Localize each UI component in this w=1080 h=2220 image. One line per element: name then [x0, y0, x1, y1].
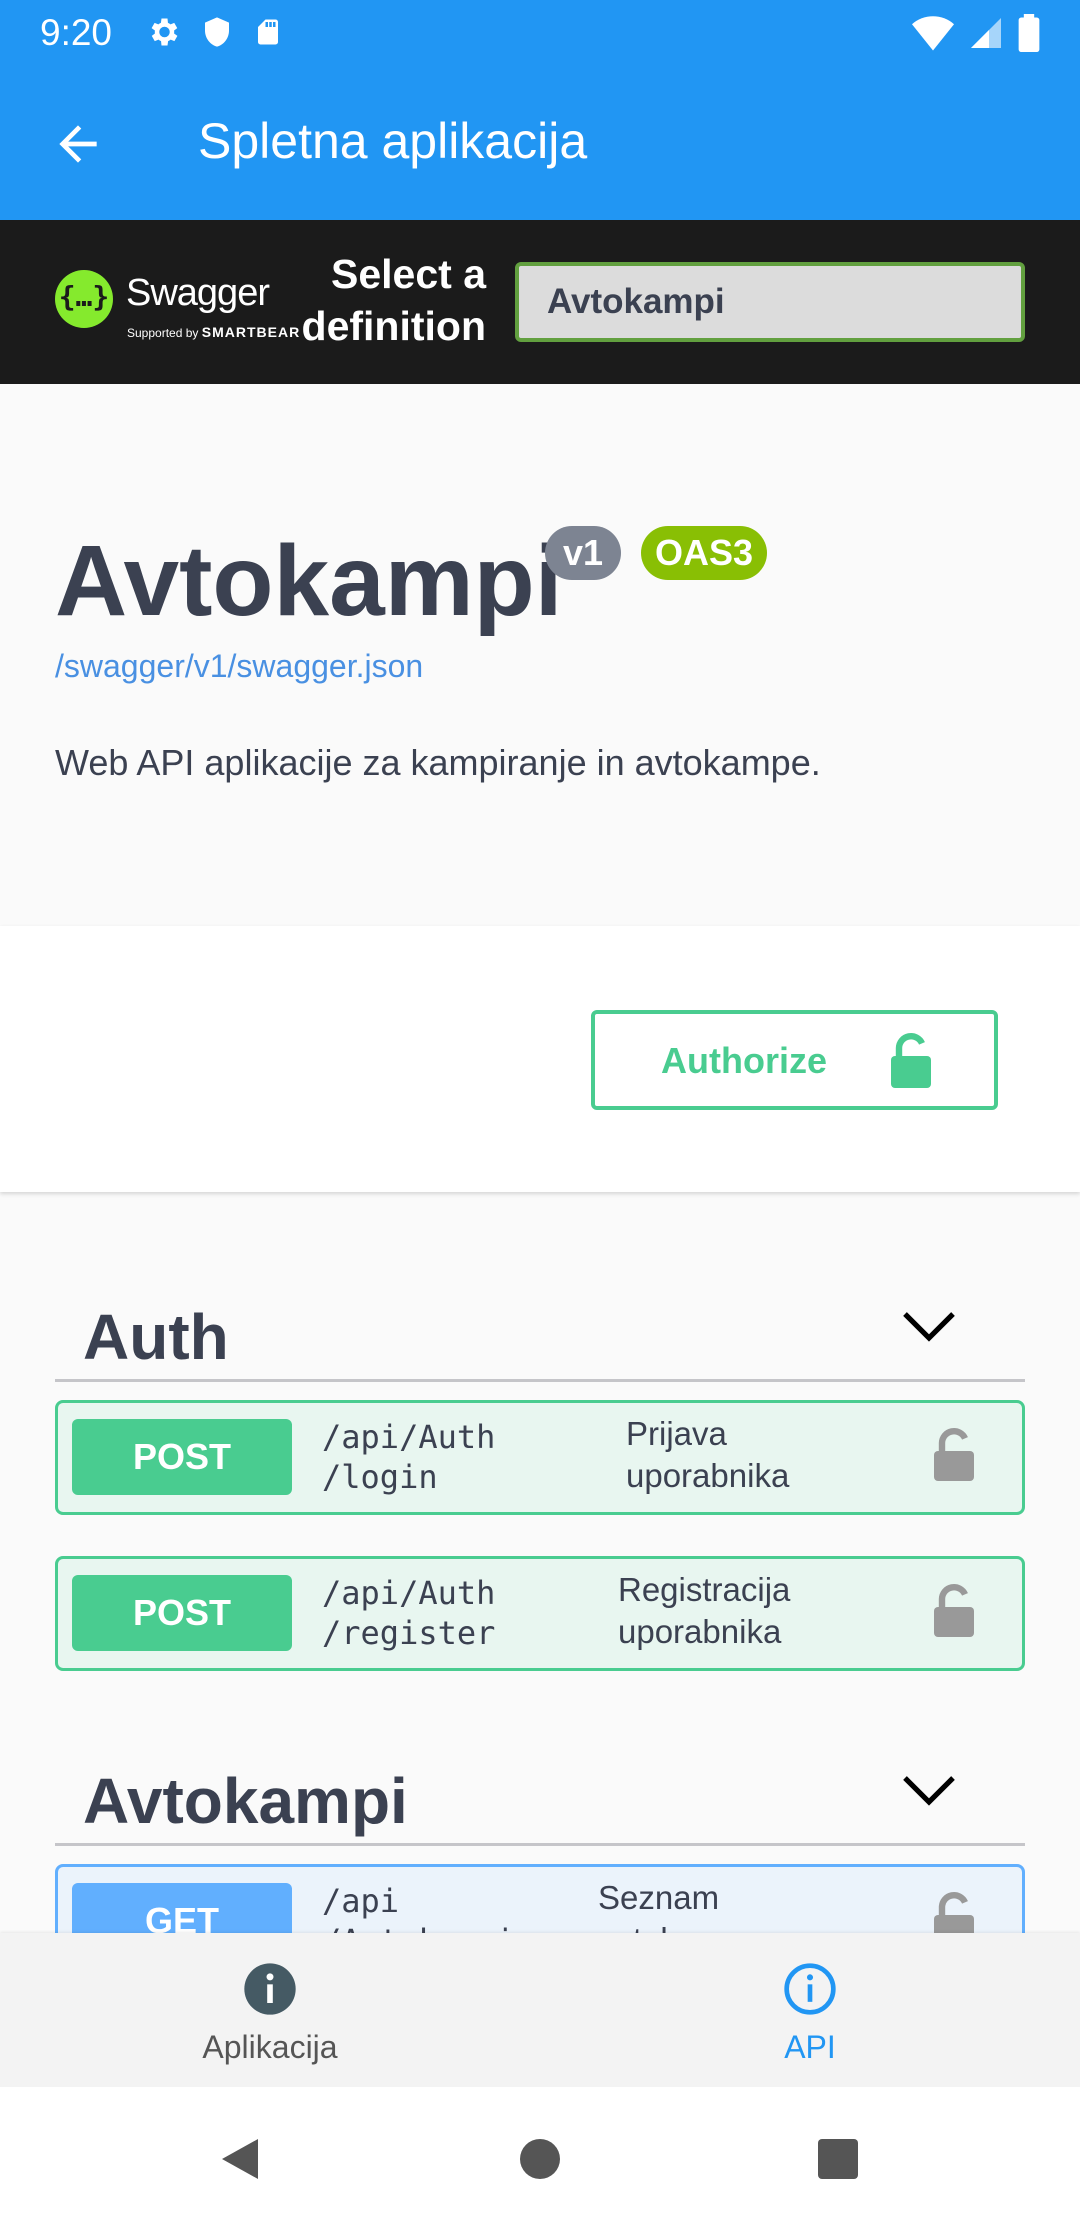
- info-filled-icon: [244, 1963, 296, 2015]
- unlocked-icon[interactable]: [932, 1427, 976, 1483]
- path-line1: /api/Auth: [322, 1574, 496, 1612]
- swagger-logo-subtitle: Supported by SMARTBEAR: [127, 324, 300, 340]
- settings-icon: [151, 18, 178, 46]
- select-label-line1: Select a: [331, 251, 486, 297]
- status-time: 9:20: [40, 12, 113, 53]
- summary-line2: uporabnika: [626, 1457, 790, 1494]
- info-outline-icon: [784, 1963, 836, 2015]
- operation-summary: Prijava uporabnika: [626, 1413, 789, 1497]
- operation-path: /api/Auth /register: [322, 1573, 495, 1653]
- nav-label: API: [784, 2029, 836, 2065]
- path-line1: /api/Auth: [322, 1418, 496, 1456]
- tag-name: Avtokampi: [83, 1765, 408, 1837]
- battery-icon: [1018, 14, 1040, 52]
- swagger-logo-icon[interactable]: {…}: [55, 270, 113, 328]
- authorize-label: Authorize: [661, 1040, 827, 1081]
- unlocked-icon: [891, 1033, 931, 1088]
- summary-line2: uporabnika: [618, 1613, 782, 1650]
- wifi-icon: [912, 16, 954, 51]
- system-back-icon[interactable]: [220, 2137, 260, 2181]
- api-description: Web API aplikacije za kampiranje in avto…: [55, 742, 821, 783]
- back-arrow-icon[interactable]: [50, 116, 106, 172]
- system-recents-icon[interactable]: [818, 2139, 858, 2179]
- tag-name: Auth: [83, 1301, 229, 1373]
- api-title: Avtokampi: [55, 525, 563, 637]
- summary-line1: Registracija: [618, 1571, 791, 1608]
- chevron-down-icon: [903, 1312, 955, 1342]
- select-label-line2: definition: [301, 303, 486, 349]
- nav-item-api[interactable]: API: [540, 1933, 1080, 2087]
- operation-post-auth-register[interactable]: POST /api/Auth /register Registracija up…: [55, 1556, 1025, 1671]
- system-navigation-bar: [0, 2087, 1080, 2220]
- method-badge: POST: [72, 1575, 292, 1651]
- nav-item-aplikacija[interactable]: Aplikacija: [0, 1933, 540, 2087]
- status-bar: 9:20: [0, 0, 1080, 66]
- operation-summary: Registracija uporabnika: [618, 1569, 790, 1653]
- path-line1: /api: [322, 1882, 400, 1920]
- oas-badge: OAS3: [641, 526, 768, 580]
- definition-select[interactable]: Avtokampi: [515, 262, 1025, 342]
- bottom-navigation: Aplikacija API: [0, 1933, 1080, 2087]
- method-badge: POST: [72, 1419, 292, 1495]
- operation-post-auth-login[interactable]: POST /api/Auth /login Prijava uporabnika: [55, 1400, 1025, 1515]
- app-title: Spletna aplikacija: [198, 113, 588, 169]
- shield-icon: [205, 17, 229, 47]
- summary-line1: Prijava: [626, 1415, 727, 1452]
- system-home-icon[interactable]: [520, 2139, 560, 2179]
- summary-line1: Seznam: [598, 1879, 720, 1916]
- spec-url-link[interactable]: /swagger/v1/swagger.json: [55, 648, 423, 685]
- chevron-down-icon: [903, 1776, 955, 1806]
- signal-icon: [971, 18, 1001, 48]
- nav-label: Aplikacija: [202, 2029, 338, 2065]
- tag-header-avtokampi[interactable]: Avtokampi: [55, 1744, 1025, 1846]
- swagger-logo-text: Swagger: [126, 272, 270, 314]
- path-line2: /login: [322, 1458, 438, 1496]
- path-line2: /register: [322, 1614, 496, 1652]
- tag-header-auth[interactable]: Auth: [55, 1280, 1025, 1382]
- version-badge: v1: [545, 526, 622, 580]
- unlocked-icon[interactable]: [932, 1583, 976, 1639]
- app-bar: Spletna aplikacija: [0, 66, 1080, 220]
- operation-path: /api/Auth /login: [322, 1417, 495, 1497]
- logo-sub-brand: SMARTBEAR: [201, 324, 301, 340]
- select-definition-label: Select a definition: [296, 248, 486, 352]
- sd-card-icon: [258, 19, 278, 45]
- logo-sub-prefix: Supported by: [127, 326, 199, 340]
- authorize-button[interactable]: Authorize: [591, 1010, 998, 1110]
